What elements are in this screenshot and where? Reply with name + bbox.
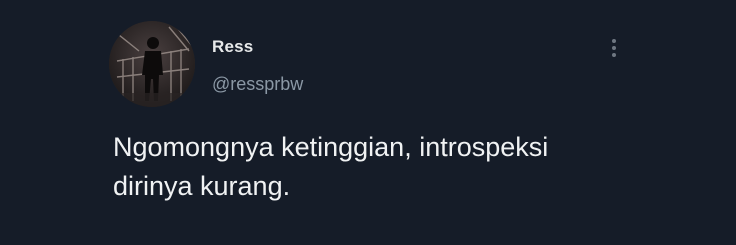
author-handle[interactable]: @ressprbw <box>212 74 303 95</box>
author-display-name[interactable]: Ress <box>212 37 253 57</box>
menu-dot <box>612 46 616 50</box>
vertical-ellipsis-icon[interactable] <box>604 36 624 60</box>
avatar[interactable] <box>109 21 195 107</box>
menu-dot <box>612 39 616 43</box>
profile-photo-image <box>109 21 195 107</box>
tweet-card: Ress @ressprbw Ngomongnya ketinggian, in… <box>0 0 736 245</box>
tweet-text: Ngomongnya ketinggian, introspeksi dirin… <box>113 132 549 201</box>
menu-dot <box>612 53 616 57</box>
